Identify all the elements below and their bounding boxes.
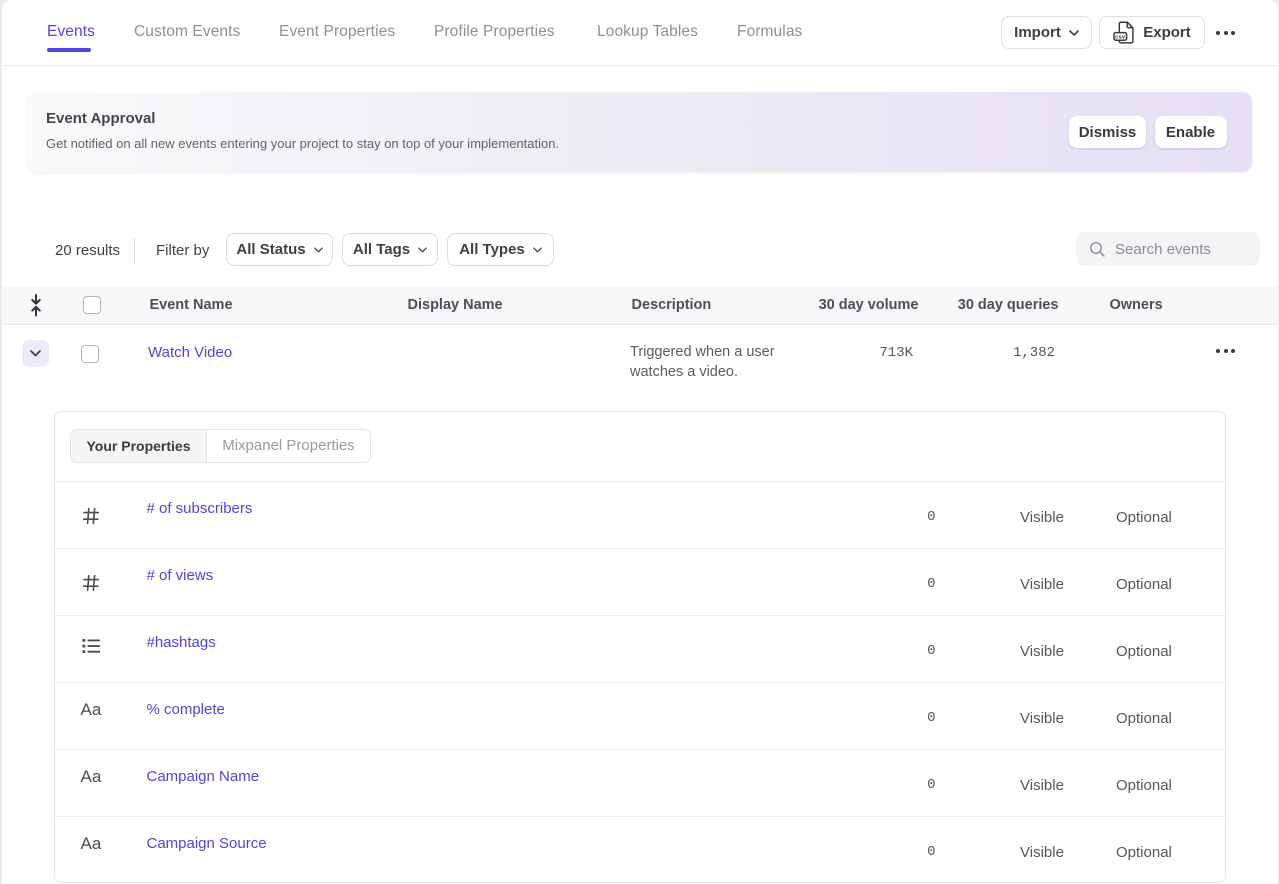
- svg-text:csv: csv: [1115, 35, 1126, 41]
